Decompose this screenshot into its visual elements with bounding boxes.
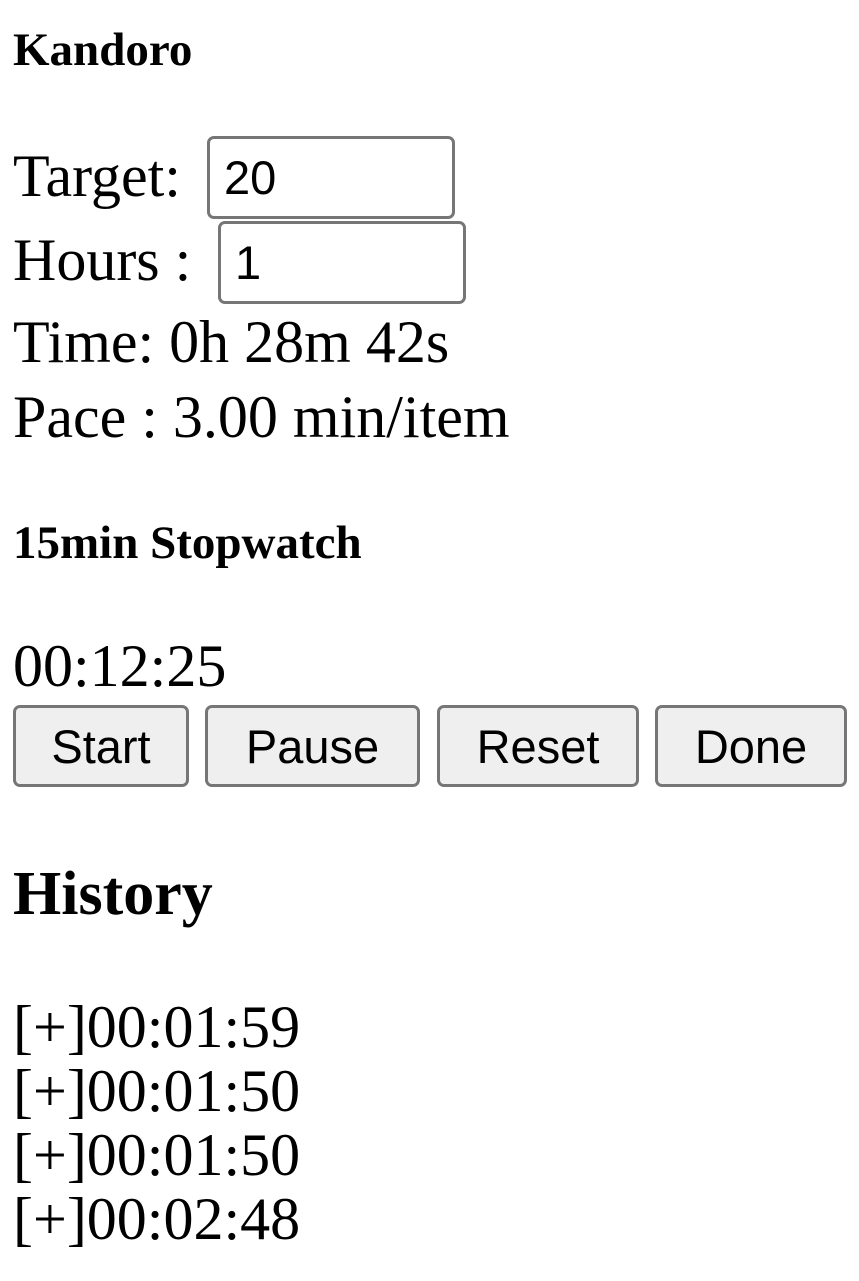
elapsed-time-text: Time: 0h 28m 42s [13,309,450,375]
target-label: Target: [13,143,181,209]
hours-label: Hours : [13,227,192,293]
target-input[interactable] [207,136,455,219]
stopwatch-title: 15min Stopwatch [13,517,362,569]
reset-button[interactable]: Reset [437,705,639,787]
hours-input[interactable] [218,221,466,304]
stopwatch-display: 00:12:25 [13,633,227,699]
history-list: [+]00:01:59 [+]00:01:50 [+]00:01:50 [+]0… [13,995,300,1251]
start-button[interactable]: Start [13,705,189,787]
pace-text: Pace : 3.00 min/item [13,384,510,450]
history-item: [+]00:02:48 [13,1186,301,1252]
history-item: [+]00:01:59 [13,994,301,1060]
history-item: [+]00:01:50 [13,1058,301,1124]
history-item: [+]00:01:50 [13,1122,301,1188]
history-title: History [13,860,213,928]
done-button[interactable]: Done [655,705,847,787]
pause-button[interactable]: Pause [205,705,420,787]
app-title: Kandoro [13,24,193,76]
